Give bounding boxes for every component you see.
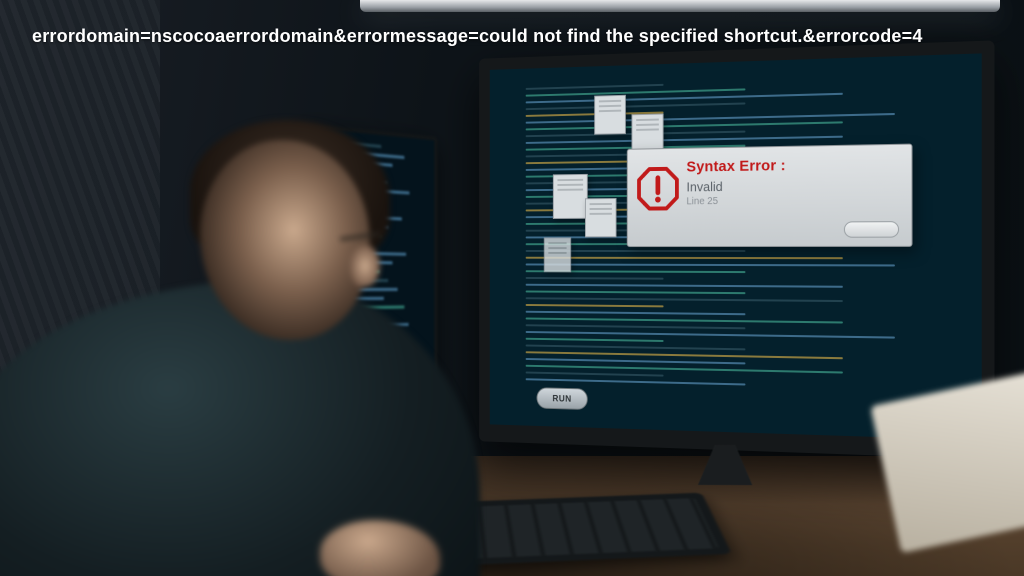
file-card xyxy=(553,174,588,219)
desk-lamp-bar xyxy=(360,0,1000,12)
secondary-monitor xyxy=(296,122,438,447)
file-card xyxy=(585,198,617,237)
scene-photo: Syntax Error : Invalid Line 25 RUN error… xyxy=(0,0,1024,576)
run-button-label: RUN xyxy=(552,393,571,403)
dialog-message: Invalid xyxy=(686,177,899,195)
run-button[interactable]: RUN xyxy=(537,387,588,410)
file-card xyxy=(544,237,571,272)
dialog-title: Syntax Error : xyxy=(686,155,899,175)
dialog-subtext: Line 25 xyxy=(686,194,899,207)
octagon-exclamation-icon xyxy=(637,167,679,211)
dialog-ok-button[interactable] xyxy=(844,221,899,238)
code-column xyxy=(309,138,426,431)
file-card xyxy=(594,95,626,135)
screen: Syntax Error : Invalid Line 25 RUN xyxy=(490,53,982,440)
error-dialog: Syntax Error : Invalid Line 25 xyxy=(627,144,913,247)
caption-overlay-text: errordomain=nscocoaerrordomain&errormess… xyxy=(32,26,923,47)
